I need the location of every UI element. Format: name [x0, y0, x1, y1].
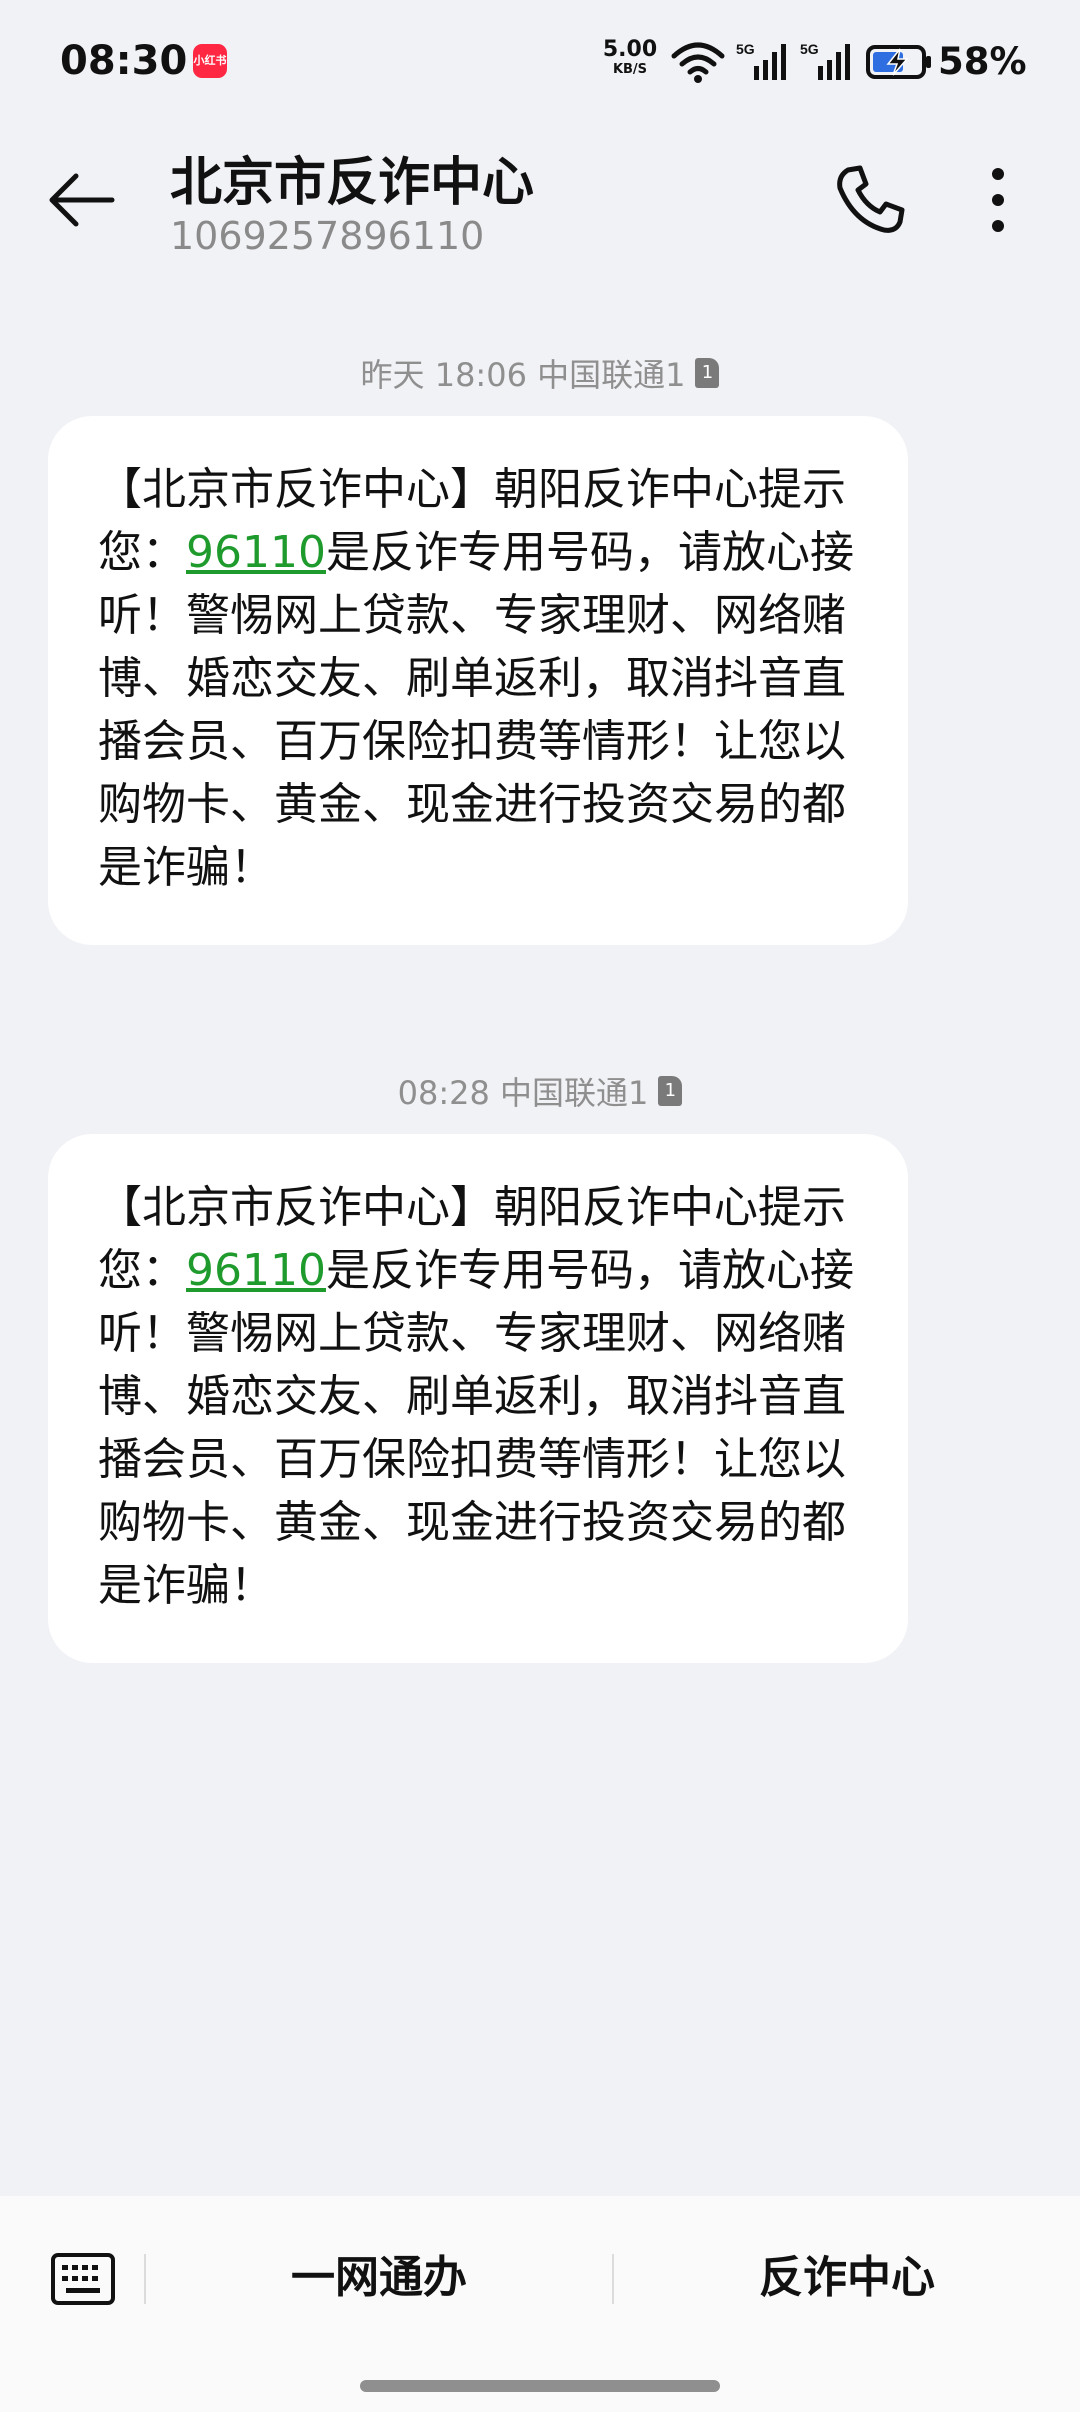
more-vertical-icon	[992, 168, 1004, 232]
status-bar: 08:30 小红书 5.00 KB/S 5G 5G 58%	[0, 0, 1080, 120]
contact-phone-number: 1069257896110	[170, 214, 485, 258]
xiaohongshu-app-icon: 小红书	[193, 44, 227, 78]
status-time: 08:30	[60, 38, 188, 84]
battery-percent: 58%	[938, 40, 1027, 83]
home-indicator[interactable]	[360, 2380, 720, 2392]
keyboard-icon	[51, 2253, 115, 2305]
battery-charging-icon	[866, 45, 931, 79]
message-bubble[interactable]: 【北京市反诈中心】朝阳反诈中心提示您：96110是反诈专用号码，请放心接听！警惕…	[48, 416, 908, 945]
message-bubble[interactable]: 【北京市反诈中心】朝阳反诈中心提示您：96110是反诈专用号码，请放心接听！警惕…	[48, 1134, 908, 1663]
phone-number-link[interactable]: 96110	[186, 527, 326, 578]
message-timestamp-text: 08:28 中国联通1	[397, 1074, 649, 1112]
wifi-icon	[671, 42, 725, 83]
call-button[interactable]	[830, 160, 910, 240]
sim-card-icon: 1	[695, 358, 720, 388]
signal-sim1-icon: 5G	[736, 41, 786, 80]
sim2-network-label: 5G	[800, 41, 819, 57]
signal-sim2-icon: 5G	[800, 41, 850, 80]
bottom-menu-bar: 一网通办 反诈中心	[0, 2196, 1080, 2412]
more-options-button[interactable]	[968, 160, 1028, 240]
message-timestamp: 08:28 中国联通1 1	[0, 1068, 1080, 1114]
message-timestamp: 昨天 18:06 中国联通1 1	[0, 350, 1080, 396]
message-timestamp-text: 昨天 18:06 中国联通1	[360, 356, 686, 394]
phone-number-link[interactable]: 96110	[186, 1245, 326, 1296]
back-arrow-icon	[49, 173, 115, 227]
network-speed: 5.00 KB/S	[600, 37, 660, 80]
menu-anti-fraud-center-button[interactable]: 反诈中心	[614, 2248, 1080, 2308]
menu-yiwangtongban-button[interactable]: 一网通办	[146, 2248, 612, 2308]
keyboard-toggle-button[interactable]	[50, 2252, 116, 2306]
network-speed-value: 5.00	[602, 37, 658, 62]
sim1-network-label: 5G	[736, 41, 755, 57]
message-text-after: 是反诈专用号码，请放心接听！警惕网上贷款、专家理财、网络赌博、婚恋交友、刷单返利…	[98, 1245, 854, 1611]
back-button[interactable]	[46, 165, 116, 235]
network-speed-unit: KB/S	[612, 62, 648, 77]
sim-card-icon: 1	[658, 1076, 683, 1106]
contact-name: 北京市反诈中心	[170, 153, 535, 213]
phone-icon	[837, 165, 905, 233]
message-text-after: 是反诈专用号码，请放心接听！警惕网上贷款、专家理财、网络赌博、婚恋交友、刷单返利…	[98, 527, 854, 893]
